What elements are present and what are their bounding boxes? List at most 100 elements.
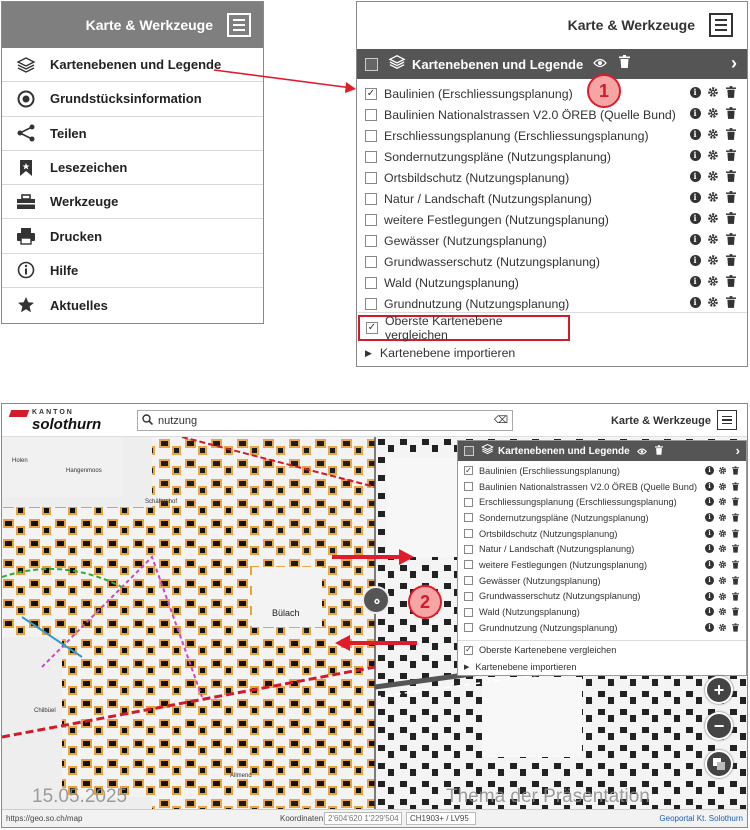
hamburger-icon[interactable] [717,410,737,430]
layer-checkbox[interactable] [365,108,377,121]
trash-icon[interactable] [725,170,737,182]
info-icon[interactable]: i [705,560,714,570]
info-icon[interactable]: i [689,212,701,224]
gear-icon[interactable] [707,212,719,224]
layer-row[interactable]: Natur / Landschaft (Nutzungsplanung) i [458,541,746,557]
trash-icon[interactable] [731,623,740,632]
hamburger-icon[interactable] [709,13,733,37]
trash-icon[interactable] [731,497,740,507]
trash-icon[interactable] [725,296,737,308]
gear-icon[interactable] [707,128,719,140]
zoom-in-button[interactable]: + [705,676,733,704]
info-icon[interactable]: i [705,481,714,491]
info-icon[interactable]: i [689,107,701,119]
info-icon[interactable]: i [689,170,701,182]
info-icon[interactable]: i [689,191,701,203]
trash-icon[interactable] [725,191,737,203]
gear-icon[interactable] [718,576,727,585]
trash-icon[interactable] [731,544,740,554]
layer-checkbox[interactable] [464,513,473,523]
gear-icon[interactable] [707,170,719,182]
trash-icon[interactable] [725,254,737,266]
gear-icon[interactable] [718,592,727,601]
gear-icon[interactable] [707,191,719,203]
layer-checkbox[interactable] [464,544,473,554]
gear-icon[interactable] [718,560,727,569]
trash-icon[interactable] [725,275,737,287]
layer-row[interactable]: Gewässer (Nutzungsplanung) i [458,573,746,589]
layer-row[interactable]: ✓ Baulinien (Erschliessungsplanung) i [458,463,746,479]
map-import-layer-toggle[interactable]: ▶ Kartenebene importieren [464,662,577,672]
gear-icon[interactable] [707,233,719,245]
compare-checkbox[interactable]: ✓ [464,645,473,655]
layer-checkbox[interactable] [365,129,377,142]
layer-row[interactable]: Grundnutzung (Nutzungsplanung) i [357,293,747,314]
trash-icon[interactable] [725,86,737,98]
layer-checkbox[interactable] [365,192,377,205]
search-box[interactable]: ⌫ [137,410,513,431]
layer-row[interactable]: Grundnutzung (Nutzungsplanung) i [458,620,746,636]
trash-icon[interactable] [731,607,740,616]
chevron-right-icon[interactable]: › [736,443,740,458]
layer-row[interactable]: Sondernutzungspläne (Nutzungsplanung) i [357,146,747,167]
layer-checkbox[interactable] [464,607,473,617]
gear-icon[interactable] [707,107,719,119]
clear-search-icon[interactable]: ⌫ [494,415,508,426]
layer-row[interactable]: weitere Festlegungen (Nutzungsplanung) i [357,209,747,230]
layer-row[interactable]: Erschliessungsplanung (Erschliessungspla… [458,494,746,510]
zoom-out-button[interactable]: − [705,712,733,740]
info-icon[interactable]: i [689,275,701,287]
layer-checkbox[interactable]: ✓ [464,466,473,476]
trash-icon[interactable] [619,55,631,73]
layer-row[interactable]: ✓ Baulinien (Erschliessungsplanung) i [357,83,747,104]
eye-icon[interactable] [636,442,647,460]
search-input[interactable] [158,414,488,427]
layer-checkbox[interactable] [365,297,377,310]
info-icon[interactable]: i [689,149,701,161]
layer-checkbox[interactable] [365,276,377,289]
basemap-switch-button[interactable] [705,750,733,778]
trash-icon[interactable] [731,560,740,569]
info-icon[interactable]: i [705,607,714,617]
info-icon[interactable]: i [705,622,714,632]
layer-row[interactable]: Ortsbildschutz (Nutzungsplanung) i [458,526,746,542]
gear-icon[interactable] [707,275,719,287]
trash-icon[interactable] [725,107,737,119]
geoportal-link[interactable]: Geoportal Kt. Solothurn [659,814,743,823]
layer-row[interactable]: Ortsbildschutz (Nutzungsplanung) i [357,167,747,188]
info-icon[interactable]: i [689,296,701,308]
layer-row[interactable]: Baulinien Nationalstrassen V2.0 ÖREB (Qu… [458,479,746,495]
swipe-handle[interactable]: ‹› [362,586,390,614]
gear-icon[interactable] [718,544,727,553]
layer-checkbox[interactable] [464,529,473,539]
gear-icon[interactable] [718,513,727,522]
compare-top-layer-toggle[interactable]: ✓ Oberste Kartenebene vergleichen [358,314,570,342]
layer-row[interactable]: Grundwasserschutz (Nutzungsplanung) i [357,251,747,272]
crs-select[interactable]: CH1903+ / LV95 [406,812,476,825]
layer-checkbox[interactable] [365,171,377,184]
layer-row[interactable]: Sondernutzungspläne (Nutzungsplanung) i [458,510,746,526]
gear-icon[interactable] [718,607,727,616]
info-icon[interactable]: i [705,591,714,601]
map-compare-toggle[interactable]: ✓ Oberste Kartenebene vergleichen [458,640,746,658]
select-all-checkbox[interactable] [365,57,378,71]
layer-row[interactable]: Wald (Nutzungsplanung) i [458,604,746,620]
coordinates-field[interactable]: 2'604'620 1'229'504 [324,812,402,825]
info-icon[interactable]: i [705,528,714,538]
layer-checkbox[interactable] [365,255,377,268]
layer-checkbox[interactable] [365,213,377,226]
gear-icon[interactable] [718,482,727,491]
layer-checkbox[interactable] [464,591,473,601]
compare-checkbox[interactable]: ✓ [366,322,378,334]
trash-icon[interactable] [731,466,740,475]
layer-checkbox[interactable] [464,482,473,492]
info-icon[interactable]: i [689,233,701,245]
select-all-checkbox[interactable] [464,446,474,456]
layer-row[interactable]: Grundwasserschutz (Nutzungsplanung) i [458,589,746,605]
eye-icon[interactable] [593,55,608,73]
layer-row[interactable]: Natur / Landschaft (Nutzungsplanung) i [357,188,747,209]
layer-checkbox[interactable] [365,150,377,163]
chevron-right-icon[interactable]: › [731,53,737,74]
trash-icon[interactable] [725,233,737,245]
trash-icon[interactable] [731,591,740,601]
